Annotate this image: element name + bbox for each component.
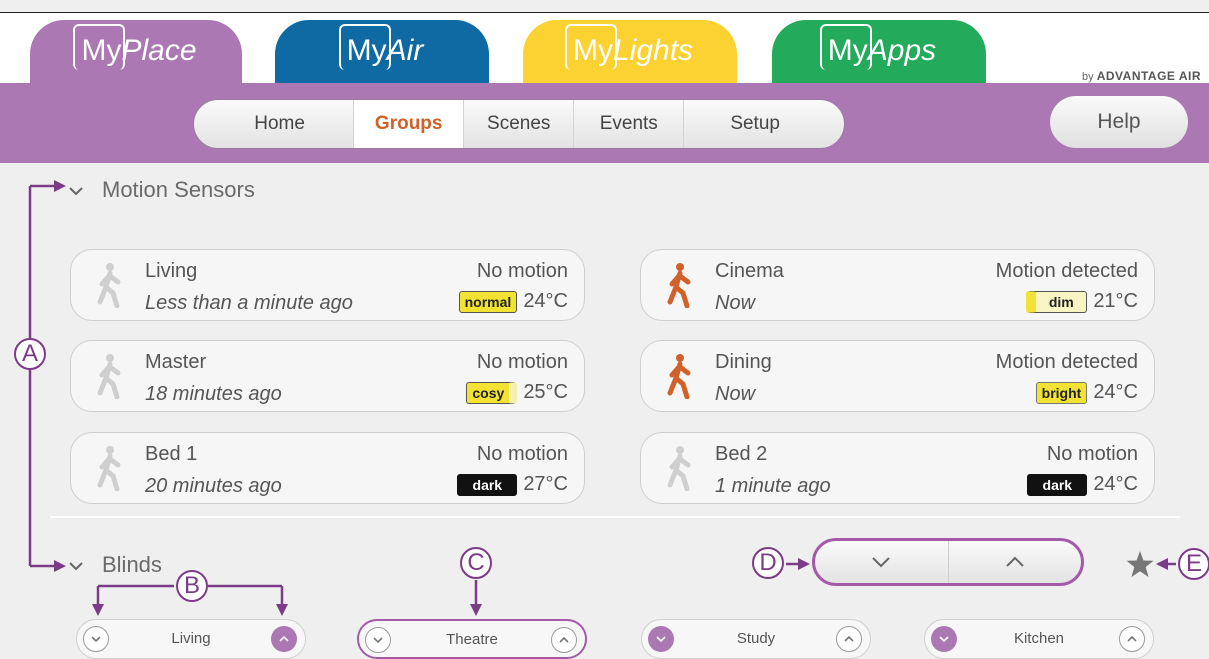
blind-up-button[interactable]	[836, 626, 862, 652]
myplace-logo: My Place	[73, 24, 197, 70]
annotation-c: C	[460, 547, 492, 579]
motion-sensor-card[interactable]: Cinema Now Motion detected dim 21°C	[640, 249, 1155, 321]
sensor-temperature: 24°C	[1093, 473, 1138, 495]
blind-item: Study	[641, 619, 871, 659]
sensor-name: Bed 2	[715, 443, 768, 465]
sensor-last-motion: Now	[715, 383, 756, 405]
help-button[interactable]: Help	[1050, 96, 1188, 148]
sensor-light-temp: normal 24°C	[458, 290, 568, 313]
tab-myapps[interactable]: My Apps	[772, 20, 986, 84]
light-level-badge: bright	[1035, 381, 1088, 404]
sensor-temperature: 24°C	[1093, 381, 1138, 403]
light-level-badge: dark	[1027, 473, 1088, 496]
motion-sensor-card[interactable]: Bed 1 20 minutes ago No motion dark 27°C	[70, 432, 585, 504]
light-level-badge: normal	[458, 290, 518, 313]
annotation-d: D	[752, 547, 784, 579]
annotation-a: A	[14, 338, 46, 370]
app-tabs: My Place My Air My Lights My Apps by ADVANTA…	[0, 13, 1209, 84]
sensor-name: Cinema	[715, 260, 784, 282]
all-blinds-down-button[interactable]	[815, 541, 949, 583]
motion-sensor-card[interactable]: Living Less than a minute ago No motion nor…	[70, 249, 585, 321]
blind-item: Living	[76, 619, 306, 659]
blind-up-button[interactable]	[1119, 626, 1145, 652]
blinds-group-control	[812, 538, 1084, 586]
light-level-badge: dark	[457, 473, 518, 496]
walking-person-icon	[667, 354, 691, 399]
section-divider	[50, 516, 1180, 518]
sensor-last-motion: 20 minutes ago	[145, 475, 282, 497]
sensor-name: Dining	[715, 351, 772, 373]
sensor-temperature: 24°C	[523, 290, 568, 312]
nav-events[interactable]: Events	[574, 100, 685, 148]
sensor-status: No motion	[476, 443, 568, 465]
sensor-last-motion: 1 minute ago	[715, 475, 831, 497]
tab-myplace[interactable]: My Place	[30, 20, 242, 84]
motion-sensor-card[interactable]: Dining Now Motion detected bright 24°C	[640, 340, 1155, 412]
motion-sensor-card[interactable]: Master 18 minutes ago No motion cosy 25°C	[70, 340, 585, 412]
light-level-badge: cosy	[466, 381, 518, 404]
favourite-star-icon[interactable]	[1125, 550, 1155, 583]
annotation-e: E	[1178, 548, 1209, 580]
blind-up-button[interactable]	[271, 626, 297, 652]
walking-person-icon	[97, 446, 121, 491]
sensor-last-motion: Less than a minute ago	[145, 292, 353, 314]
motion-sensor-card[interactable]: Bed 2 1 minute ago No motion dark 24°C	[640, 432, 1155, 504]
sensor-light-temp: dim 21°C	[1026, 290, 1138, 313]
sensor-name: Living	[145, 260, 198, 282]
sensor-temperature: 27°C	[523, 473, 568, 495]
sensor-status: No motion	[1046, 443, 1138, 465]
brand-byline: by ADVANTAGE AIR	[1082, 69, 1201, 83]
sensor-name: Bed 1	[145, 443, 198, 465]
chevron-down-icon	[68, 180, 88, 201]
sensor-temperature: 25°C	[523, 381, 568, 403]
tab-myair[interactable]: My Air	[275, 20, 489, 84]
walking-person-icon	[97, 263, 121, 308]
sensor-light-temp: cosy 25°C	[466, 381, 568, 404]
blind-up-button[interactable]	[551, 627, 577, 653]
sensor-light-temp: dark 27°C	[457, 473, 568, 496]
sensor-status: Motion detected	[995, 351, 1138, 373]
walking-person-icon	[97, 354, 121, 399]
sensor-name: Master	[145, 351, 207, 373]
sensor-status: No motion	[476, 260, 568, 282]
nav-home[interactable]: Home	[194, 100, 355, 148]
mylights-logo: My Lights	[564, 24, 693, 70]
blinds-title: Blinds	[102, 552, 162, 577]
all-blinds-up-button[interactable]	[949, 541, 1082, 583]
sensor-last-motion: Now	[715, 292, 756, 314]
walking-person-icon	[667, 263, 691, 308]
myapps-logo: My Apps	[819, 24, 936, 70]
chevron-down-icon	[68, 555, 88, 576]
annotation-b: B	[176, 570, 208, 602]
myair-logo: My Air	[338, 24, 423, 70]
tab-mylights[interactable]: My Lights	[523, 20, 737, 84]
nav-scenes[interactable]: Scenes	[464, 100, 575, 148]
sensor-temperature: 21°C	[1093, 290, 1138, 312]
sensor-light-temp: dark 24°C	[1027, 473, 1138, 496]
sensor-last-motion: 18 minutes ago	[145, 383, 282, 405]
motion-sensors-header[interactable]: Motion Sensors	[68, 177, 255, 203]
sensor-status: No motion	[476, 351, 568, 373]
sensor-light-temp: bright 24°C	[1035, 381, 1138, 404]
chevron-up-icon	[1006, 556, 1024, 567]
nav-groups[interactable]: Groups	[354, 100, 465, 148]
main-nav: Home Groups Scenes Events Setup	[193, 99, 845, 149]
nav-setup[interactable]: Setup	[684, 100, 844, 148]
nav-band: Home Groups Scenes Events Setup Help	[0, 83, 1209, 163]
blinds-header[interactable]: Blinds	[68, 552, 162, 578]
blind-item: Kitchen	[924, 619, 1154, 659]
sensor-status: Motion detected	[995, 260, 1138, 282]
walking-person-icon	[667, 446, 691, 491]
blind-item: Theatre	[357, 619, 587, 659]
light-level-badge: dim	[1026, 290, 1088, 313]
motion-sensors-title: Motion Sensors	[102, 177, 255, 202]
chevron-down-icon	[872, 557, 890, 568]
